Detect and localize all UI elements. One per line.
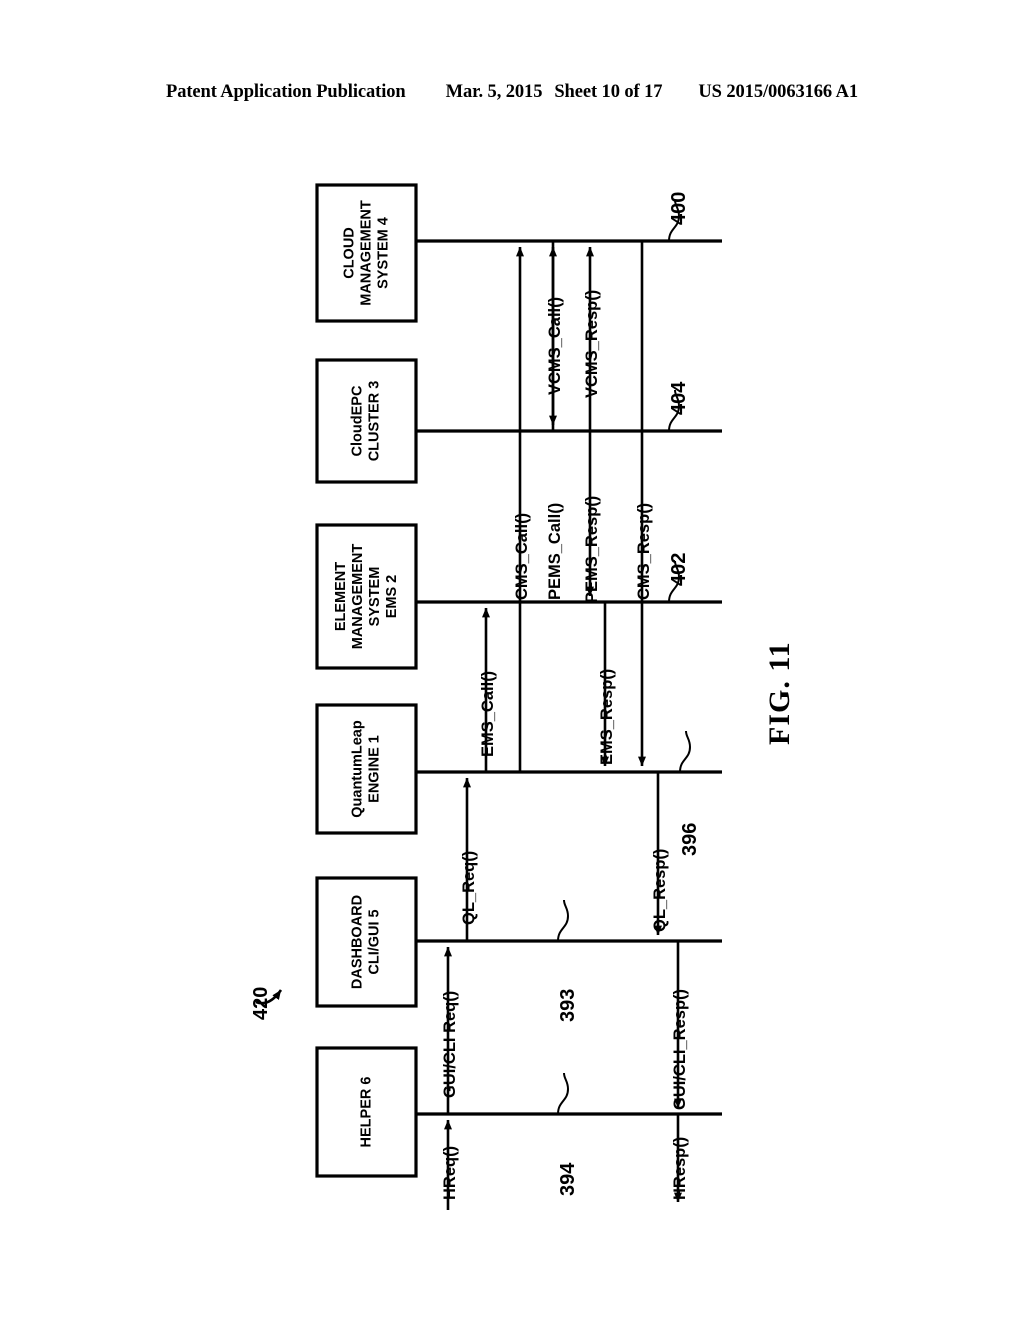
message-label-hreq: HReq() bbox=[441, 1145, 459, 1200]
message-label-vcms-call: VCMS_Call() bbox=[546, 296, 564, 395]
message-label-guicli-resp: GUI/CLI_Resp() bbox=[671, 988, 689, 1110]
message-label-cms-call: CMS_Call() bbox=[513, 512, 531, 600]
participant-label-cloudepc: CloudEPC CLUSTER 3 bbox=[349, 380, 383, 462]
message-label-ql-req: QL_Req() bbox=[460, 850, 478, 925]
participant-label-dashboard: DASHBOARD CLI/GUI 5 bbox=[349, 894, 383, 990]
participant-label-cms: CLOUD MANAGEMENT SYSTEM 4 bbox=[341, 200, 391, 306]
reference-numeral-404: 404 bbox=[668, 381, 690, 415]
message-label-cms-resp: CMS_Resp() bbox=[635, 502, 653, 600]
message-label-ems-call: EMS_Call() bbox=[479, 670, 497, 757]
message-label-hresp: HResp() bbox=[671, 1136, 689, 1200]
message-label-vcms-resp: VCMS_Resp() bbox=[583, 289, 601, 398]
reference-numeral-420: 420 bbox=[250, 986, 272, 1020]
message-label-ems-resp: EMS_Resp() bbox=[598, 668, 616, 765]
patent-figure-page: Patent Application Publication Mar. 5, 20… bbox=[0, 0, 1024, 1320]
figure-caption: FIG. 11 bbox=[763, 641, 796, 745]
participant-label-ems: ELEMENT MANAGEMENT SYSTEM EMS 2 bbox=[332, 543, 400, 650]
leader-line-396 bbox=[679, 730, 692, 773]
participant-label-ql: QuantumLeap ENGINE 1 bbox=[349, 720, 383, 818]
reference-numeral-400: 400 bbox=[668, 191, 690, 225]
message-label-guicli-req: GUI/CLI Req() bbox=[441, 990, 459, 1098]
message-label-pems-call: PEMS_Call() bbox=[546, 502, 564, 600]
reference-numeral-396: 396 bbox=[679, 822, 701, 856]
sequence-diagram-canvas bbox=[255, 183, 722, 1210]
message-label-pems-resp: PEMS_Resp() bbox=[583, 495, 601, 603]
reference-numeral-394: 394 bbox=[557, 1162, 579, 1196]
leader-line-393 bbox=[557, 899, 570, 942]
reference-numeral-393: 393 bbox=[557, 988, 579, 1022]
reference-numeral-402: 402 bbox=[668, 552, 690, 586]
participant-label-helper: HELPER 6 bbox=[358, 1076, 374, 1148]
leader-line-394 bbox=[557, 1072, 570, 1115]
message-label-ql-resp: QL_Resp() bbox=[651, 848, 669, 932]
